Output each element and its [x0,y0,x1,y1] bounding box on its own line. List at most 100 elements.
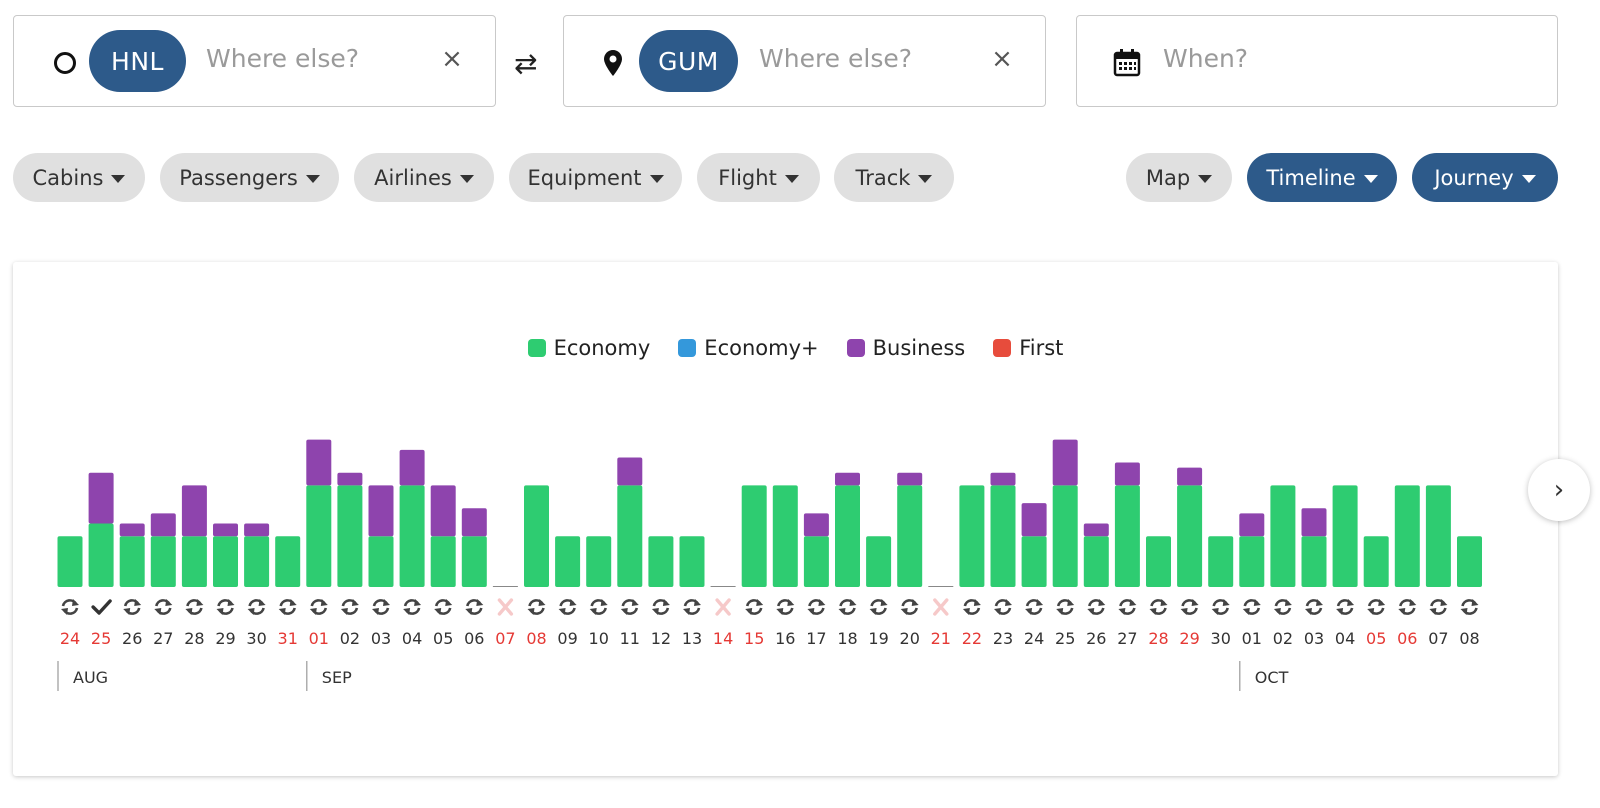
bar-economy[interactable] [1146,536,1171,587]
bar-economy[interactable] [244,536,270,587]
bar-business[interactable] [306,439,332,486]
bar-economy[interactable] [1301,536,1327,587]
track-filter-button[interactable]: Track [834,153,954,202]
refresh-icon[interactable] [994,599,1012,615]
date-field[interactable]: When? [1076,15,1558,107]
bar-economy[interactable] [990,485,1016,587]
bar-economy[interactable] [1021,536,1047,587]
refresh-icon[interactable] [807,599,826,615]
bar-business[interactable] [181,485,207,537]
bar-economy[interactable] [150,536,176,587]
bar-business[interactable] [244,523,270,537]
refresh-icon[interactable] [216,599,235,615]
flight-filter-button[interactable]: Flight [697,153,820,202]
swap-icon[interactable]: ⇄ [514,47,537,80]
refresh-icon[interactable] [776,599,795,615]
refresh-icon[interactable] [1087,599,1106,615]
map-view-button[interactable]: Map [1126,153,1232,202]
destination-field[interactable]: GUM Where else? × [563,15,1046,107]
bar-business[interactable] [430,485,456,537]
refresh-icon[interactable] [1429,599,1448,615]
bar-business[interactable] [1301,508,1327,537]
refresh-icon[interactable] [1025,599,1044,615]
bar-economy[interactable] [337,485,363,587]
refresh-icon[interactable] [1180,599,1199,615]
bar-economy[interactable] [1332,485,1358,587]
refresh-icon[interactable] [1211,599,1230,615]
timeline-view-button[interactable]: Timeline [1247,153,1397,202]
bar-economy[interactable] [181,536,207,587]
destination-clear-icon[interactable]: × [987,44,1017,74]
bar-economy[interactable] [1114,485,1140,587]
bar-economy[interactable] [399,485,425,587]
refresh-icon[interactable] [247,599,266,615]
bar-business[interactable] [1114,462,1140,486]
refresh-icon[interactable] [651,599,670,615]
refresh-icon[interactable] [589,599,608,615]
refresh-icon[interactable] [558,599,577,615]
equipment-filter-button[interactable]: Equipment [509,153,682,202]
refresh-icon[interactable] [869,599,888,615]
bar-economy[interactable] [679,536,705,587]
refresh-icon[interactable] [683,599,701,615]
bar-business[interactable] [803,513,829,537]
bar-economy[interactable] [213,536,238,587]
bar-economy[interactable] [57,536,83,587]
bar-business[interactable] [1177,467,1203,486]
bar-business[interactable] [337,472,363,486]
date-input[interactable]: When? [1163,44,1248,73]
chart-next-button[interactable]: › [1528,459,1590,521]
bar-business[interactable] [399,449,425,486]
refresh-icon[interactable] [465,599,484,615]
bar-economy[interactable] [524,485,549,587]
refresh-icon[interactable] [340,599,359,615]
bar-economy[interactable] [1425,485,1451,587]
refresh-icon[interactable] [185,599,204,615]
bar-economy[interactable] [1052,485,1078,587]
bar-business[interactable] [88,472,114,524]
bar-economy[interactable] [119,536,145,587]
refresh-icon[interactable] [403,599,422,615]
refresh-icon[interactable] [309,599,328,615]
bar-economy[interactable] [648,536,674,587]
bar-business[interactable] [1239,513,1265,537]
bar-business[interactable] [213,523,238,537]
refresh-icon[interactable] [962,599,981,615]
bar-economy[interactable] [959,485,985,587]
bar-business[interactable] [461,508,487,537]
bar-business[interactable] [617,457,643,486]
refresh-icon[interactable] [1242,599,1261,615]
refresh-icon[interactable] [1149,599,1168,615]
bar-economy[interactable] [586,536,612,587]
refresh-icon[interactable] [1273,599,1292,615]
bar-economy[interactable] [1208,536,1234,587]
refresh-icon[interactable] [1460,599,1479,615]
bar-economy[interactable] [617,485,643,587]
bar-economy[interactable] [897,485,923,587]
bar-business[interactable] [1021,503,1047,537]
bar-business[interactable] [150,513,176,537]
bar-business[interactable] [368,485,394,537]
refresh-icon[interactable] [1398,599,1417,615]
refresh-icon[interactable] [1056,599,1075,615]
bar-business[interactable] [119,523,145,537]
bar-economy[interactable] [1394,485,1420,587]
bar-economy[interactable] [368,536,394,587]
bar-business[interactable] [897,472,923,486]
bar-economy[interactable] [461,536,487,587]
origin-input[interactable]: Where else? [206,44,359,73]
bar-economy[interactable] [1083,536,1109,587]
refresh-icon[interactable] [838,599,857,615]
refresh-icon[interactable] [1118,599,1137,615]
bar-economy[interactable] [1457,536,1482,587]
refresh-icon[interactable] [900,599,919,615]
bar-business[interactable] [990,472,1016,486]
origin-airport-chip[interactable]: HNL [89,30,186,92]
journey-view-button[interactable]: Journey [1412,153,1558,202]
bar-economy[interactable] [803,536,829,587]
bar-economy[interactable] [1177,485,1203,587]
airlines-filter-button[interactable]: Airlines [354,153,494,202]
bar-business[interactable] [1083,523,1109,537]
destination-airport-chip[interactable]: GUM [639,30,738,92]
bar-economy[interactable] [741,485,767,587]
